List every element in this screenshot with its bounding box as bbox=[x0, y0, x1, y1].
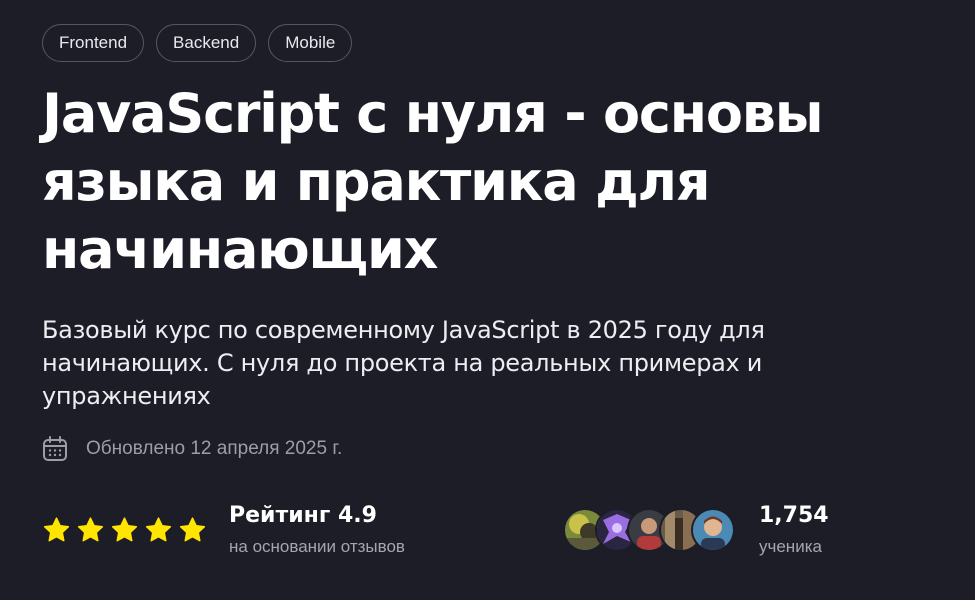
star-icon bbox=[178, 516, 207, 544]
students-text: 1,754 ученика bbox=[759, 502, 829, 558]
course-title: JavaScript с нуля - основы языка и практ… bbox=[42, 82, 824, 281]
star-icon bbox=[42, 516, 71, 544]
star-icon bbox=[144, 516, 173, 544]
course-subtitle: Базовый курс по современному JavaScript … bbox=[42, 316, 765, 410]
avatar-group bbox=[563, 508, 735, 552]
rating-caption: на основании отзывов bbox=[229, 537, 405, 556]
rating-block: Рейтинг 4.9 на основании отзывов bbox=[42, 502, 405, 558]
updated-info: Обновлено 12 апреля 2025 г. bbox=[42, 435, 342, 463]
rating-stars bbox=[42, 516, 207, 544]
category-tags: Frontend Backend Mobile bbox=[42, 24, 353, 62]
students-block: 1,754 ученика bbox=[563, 502, 829, 558]
students-caption: ученика bbox=[759, 537, 822, 556]
star-icon bbox=[76, 516, 105, 544]
avatar bbox=[691, 508, 735, 552]
calendar-icon bbox=[42, 435, 68, 463]
tag-backend[interactable]: Backend bbox=[156, 24, 257, 62]
updated-date: Обновлено 12 апреля 2025 г. bbox=[86, 438, 343, 459]
star-icon bbox=[110, 516, 139, 544]
rating-text: Рейтинг 4.9 на основании отзывов bbox=[229, 502, 405, 558]
tag-mobile[interactable]: Mobile bbox=[268, 24, 353, 62]
students-count: 1,754 bbox=[759, 503, 829, 528]
tag-frontend[interactable]: Frontend bbox=[42, 24, 145, 62]
rating-label: Рейтинг 4.9 bbox=[229, 503, 377, 528]
